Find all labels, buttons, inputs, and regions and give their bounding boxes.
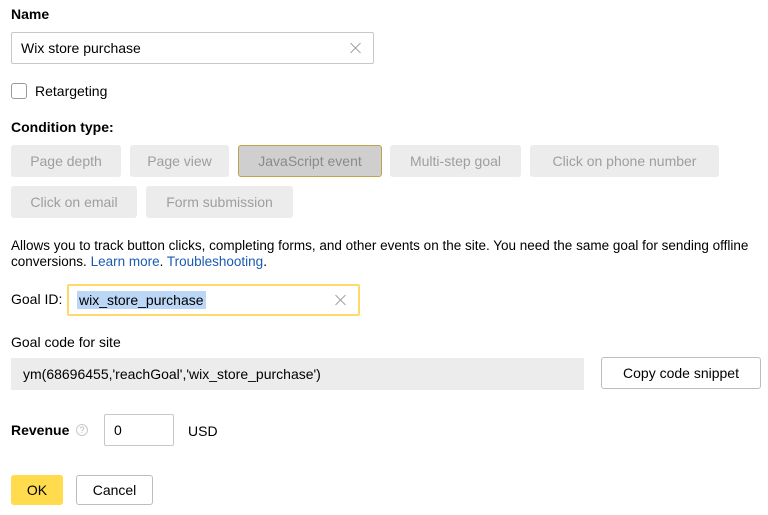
ok-button[interactable]: OK bbox=[11, 475, 63, 505]
name-label: Name bbox=[11, 6, 50, 22]
condition-page-view[interactable]: Page view bbox=[130, 145, 229, 177]
goal-code-snippet: ym(68696455,'reachGoal','wix_store_purch… bbox=[11, 358, 584, 390]
goal-code-label: Goal code for site bbox=[11, 334, 121, 350]
revenue-value: 0 bbox=[114, 422, 122, 438]
help-icon[interactable]: ? bbox=[76, 424, 88, 436]
currency-label: USD bbox=[188, 423, 218, 439]
goal-id-input[interactable]: wix_store_purchase bbox=[67, 284, 360, 316]
goal-id-value: wix_store_purchase bbox=[77, 291, 206, 309]
retargeting-label[interactable]: Retargeting bbox=[35, 83, 107, 99]
retargeting-checkbox[interactable] bbox=[11, 83, 27, 99]
learn-more-link[interactable]: Learn more bbox=[91, 254, 160, 269]
condition-javascript-event[interactable]: JavaScript event bbox=[238, 145, 382, 177]
condition-click-on-phone[interactable]: Click on phone number bbox=[530, 145, 719, 177]
condition-description: Allows you to track button clicks, compl… bbox=[11, 238, 749, 269]
name-input[interactable]: Wix store purchase bbox=[11, 32, 374, 64]
revenue-input[interactable]: 0 bbox=[104, 414, 174, 446]
revenue-label: Revenue bbox=[11, 422, 70, 438]
clear-goal-id-icon[interactable] bbox=[334, 293, 348, 307]
condition-multi-step-goal[interactable]: Multi-step goal bbox=[390, 145, 521, 177]
cancel-button[interactable]: Cancel bbox=[76, 475, 153, 505]
condition-form-submission[interactable]: Form submission bbox=[146, 186, 293, 218]
condition-page-depth[interactable]: Page depth bbox=[11, 145, 121, 177]
copy-code-button[interactable]: Copy code snippet bbox=[601, 357, 761, 389]
condition-type-label: Condition type: bbox=[11, 119, 114, 135]
name-input-value: Wix store purchase bbox=[21, 40, 141, 56]
goal-id-label: Goal ID: bbox=[11, 291, 63, 307]
troubleshooting-link[interactable]: Troubleshooting bbox=[167, 254, 263, 269]
condition-click-on-email[interactable]: Click on email bbox=[11, 186, 137, 218]
clear-name-icon[interactable] bbox=[349, 41, 363, 55]
